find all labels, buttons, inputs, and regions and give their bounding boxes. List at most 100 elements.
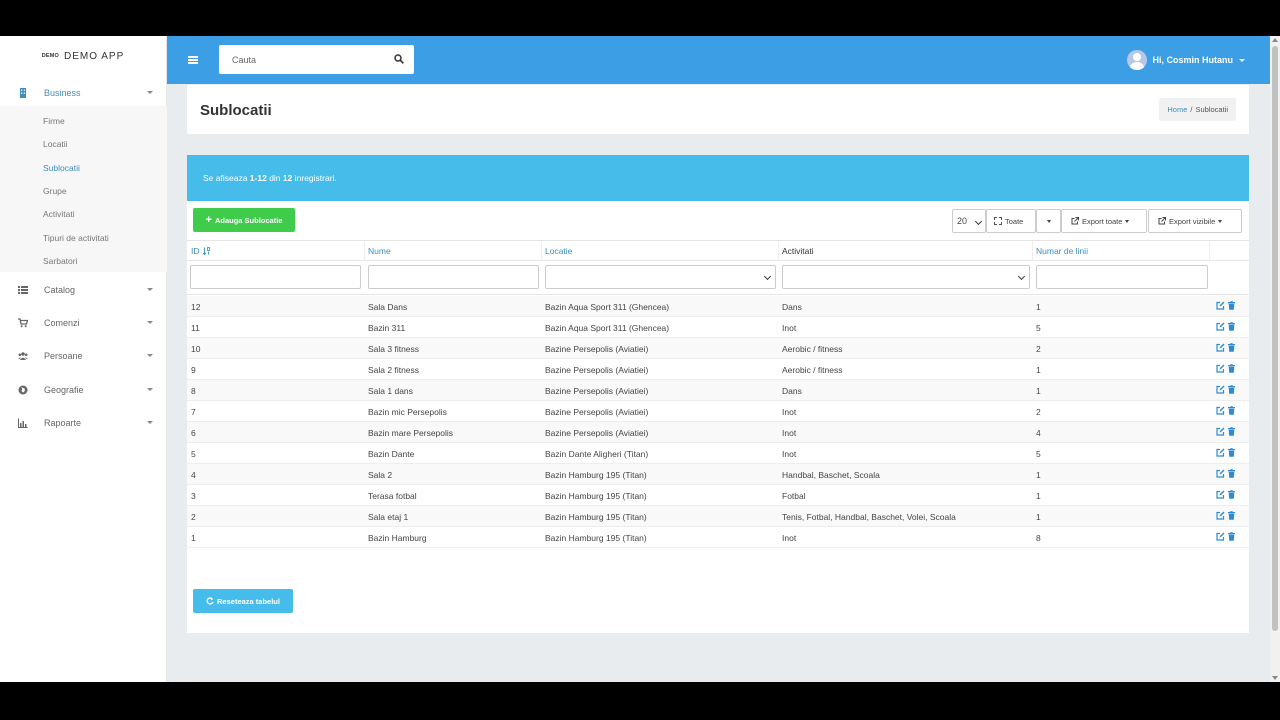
edit-icon[interactable] [1216, 364, 1225, 373]
edit-icon[interactable] [1216, 448, 1225, 457]
chevron-down-icon [147, 388, 153, 391]
column-header-locatie[interactable]: Locatie [541, 241, 779, 261]
cell-numar-linii: 5 [1036, 448, 1041, 459]
breadcrumb-current: Sublocatii [1195, 105, 1228, 114]
info-range: 1-12 [249, 173, 267, 183]
trash-icon[interactable] [1227, 448, 1236, 457]
sidebar-item-firme[interactable]: Firme [43, 116, 65, 126]
filter-id-input[interactable] [190, 265, 361, 289]
cell-locatie: Bazin Dante Aligheri (Titan) [545, 448, 649, 459]
edit-icon[interactable] [1216, 511, 1225, 520]
table-row: 9 Sala 2 fitness Bazine Persepolis (Aviati… [187, 359, 1249, 380]
sidebar-group-label: Persoane [44, 351, 83, 361]
edit-icon[interactable] [1216, 469, 1225, 478]
menu-toggle-icon[interactable] [188, 56, 198, 64]
search-icon[interactable] [394, 54, 404, 64]
sidebar-group-catalog[interactable]: Catalog [0, 278, 167, 302]
sidebar-item-tipuri-activitati[interactable]: Tipuri de activitati [43, 233, 109, 243]
edit-icon[interactable] [1216, 385, 1225, 394]
export-visible-button[interactable]: Export vizibile [1148, 209, 1242, 233]
cell-numar-linii: 1 [1036, 469, 1041, 480]
filter-locatie-select[interactable] [545, 265, 776, 289]
cell-locatie: Bazine Persepolis (Aviatiei) [545, 343, 649, 354]
filter-nume-input[interactable] [368, 265, 539, 289]
scroll-up-icon[interactable] [1272, 38, 1278, 42]
cell-numar-linii: 1 [1036, 490, 1041, 501]
trash-icon[interactable] [1227, 364, 1236, 373]
cell-id: 6 [191, 427, 196, 438]
row-actions [1216, 448, 1236, 457]
chevron-down-icon [147, 354, 153, 357]
cell-activitati: Dans [782, 301, 802, 312]
caret-down-icon [1046, 219, 1051, 223]
page-scrollbar[interactable] [1270, 36, 1280, 682]
scrollbar-thumb[interactable] [1272, 46, 1278, 631]
edit-icon[interactable] [1216, 427, 1225, 436]
sidebar-item-activitati[interactable]: Activitati [43, 209, 75, 219]
trash-icon[interactable] [1227, 406, 1236, 415]
sidebar-group-geografie[interactable]: Geografie [0, 378, 167, 402]
chevron-down-icon [1239, 58, 1245, 62]
trash-icon[interactable] [1227, 490, 1236, 499]
column-header-numar-linii[interactable]: Numar de linii [1032, 241, 1210, 261]
columns-dropdown-button[interactable] [1036, 209, 1061, 233]
filter-activitati-select[interactable] [782, 265, 1030, 289]
sidebar-group-persoane[interactable]: Persoane [0, 344, 167, 368]
edit-icon[interactable] [1216, 301, 1225, 310]
breadcrumb-home-link[interactable]: Home [1167, 105, 1187, 114]
trash-icon[interactable] [1227, 322, 1236, 331]
sidebar-group-comenzi[interactable]: Comenzi [0, 311, 167, 335]
edit-icon[interactable] [1216, 322, 1225, 331]
cell-nume: Bazin Dante [368, 448, 415, 459]
sidebar-group-business[interactable]: Business [0, 81, 167, 105]
trash-icon[interactable] [1227, 532, 1236, 541]
cell-activitati: Inot [782, 406, 797, 417]
cell-numar-linii: 5 [1036, 322, 1041, 333]
edit-icon[interactable] [1216, 406, 1225, 415]
table-row: 5 Bazin Dante Bazin Dante Aligheri (Titan)… [187, 443, 1249, 464]
filter-numar-linii-input[interactable] [1036, 265, 1208, 289]
table-row: 10 Sala 3 fitness Bazine Persepolis (Aviat… [187, 338, 1249, 359]
edit-icon[interactable] [1216, 490, 1225, 499]
sidebar-item-locatii[interactable]: Locatii [43, 139, 68, 149]
trash-icon[interactable] [1227, 427, 1236, 436]
export-all-button[interactable]: Export toate [1061, 209, 1147, 233]
trash-icon[interactable] [1227, 301, 1236, 310]
cell-nume: Sala 2 fitness [368, 364, 420, 375]
edit-icon[interactable] [1216, 343, 1225, 352]
user-menu[interactable]: Hi, Cosmin Hutanu [1126, 50, 1245, 70]
brand-logo[interactable]: DEMO DEMO APP [0, 36, 166, 76]
cell-numar-linii: 1 [1036, 511, 1041, 522]
add-sublocatie-button[interactable]: + Adauga Sublocatie [193, 208, 295, 232]
cell-locatie: Bazine Persepolis (Aviatiei) [545, 406, 649, 417]
sidebar-item-sarbatori[interactable]: Sarbatori [43, 256, 78, 266]
sidebar-group-rapoarte[interactable]: Rapoarte [0, 411, 167, 435]
sidebar-item-sublocatii[interactable]: Sublocatii [43, 163, 80, 173]
cell-locatie: Bazin Aqua Sport 311 (Ghencea) [545, 322, 670, 333]
cell-activitati: Inot [782, 448, 797, 459]
column-header-nume[interactable]: Nume [364, 241, 542, 261]
building-icon [20, 88, 26, 98]
row-actions [1216, 322, 1236, 331]
trash-icon[interactable] [1227, 511, 1236, 520]
cell-nume: Sala Dans [368, 301, 408, 312]
chevron-down-icon [147, 91, 153, 94]
sidebar-group-label: Comenzi [44, 318, 80, 328]
column-header-id[interactable]: ID [187, 241, 365, 261]
search-input[interactable] [219, 45, 389, 74]
per-page-select[interactable]: 20 [952, 209, 986, 233]
edit-icon[interactable] [1216, 532, 1225, 541]
table-row: 12 Sala Dans Bazin Aqua Sport 311 (Ghencea… [187, 296, 1249, 317]
list-icon [18, 286, 28, 294]
cell-activitati: Inot [782, 532, 797, 543]
sidebar-group-label: Catalog [44, 285, 76, 295]
trash-icon[interactable] [1227, 469, 1236, 478]
show-all-button[interactable]: Toate [986, 209, 1036, 233]
trash-icon[interactable] [1227, 385, 1236, 394]
scroll-down-icon[interactable] [1272, 676, 1278, 680]
sidebar-item-grupe[interactable]: Grupe [43, 186, 67, 196]
row-actions [1216, 469, 1236, 478]
cell-nume: Sala 1 dans [368, 385, 413, 396]
trash-icon[interactable] [1227, 343, 1236, 352]
reset-table-button[interactable]: Reseteaza tabelul [193, 589, 293, 613]
